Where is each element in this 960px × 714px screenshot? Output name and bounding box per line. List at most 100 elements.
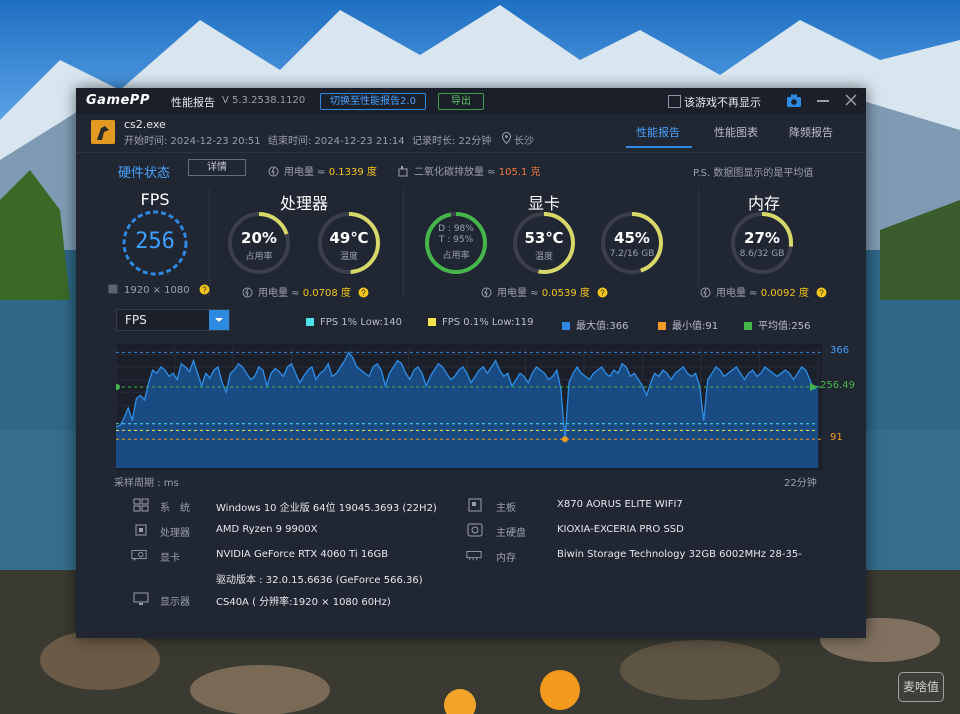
cpu-usage-label: 占用率 [245, 252, 273, 262]
dont-show-label: 该游戏不再显示 [684, 96, 761, 109]
tab-performance-report[interactable]: 性能报告 [636, 124, 680, 140]
total-power-label: 用电量 ≈ [284, 167, 326, 178]
motherboard-value: X870 AORUS ELITE WIFI7 [557, 499, 683, 510]
memory-usage-label: 8.6/32 GB [739, 249, 785, 259]
legend-label: FPS 0.1% Low:119 [442, 317, 534, 328]
disk-value: KIOXIA-EXCERIA PRO SSD [557, 524, 684, 535]
gpu-vram-value: 45% [614, 229, 650, 247]
gpu-vram-label: 7.2/16 GB [609, 249, 655, 259]
camera-icon[interactable] [787, 94, 801, 107]
active-tab-indicator [626, 146, 692, 148]
cpu-temp-label: 温度 [339, 252, 358, 262]
gpu-power-label: 用电量 ≈ [497, 288, 539, 299]
legend-max: 最大值:366 [562, 317, 628, 332]
cpu-value: AMD Ryzen 9 9900X [216, 524, 318, 535]
version-label: V 5.3.2538.1120 [222, 95, 306, 106]
location-label: 长沙 [514, 136, 534, 147]
total-power-value: 0.1339 度 [328, 167, 377, 178]
cs2-game-icon [91, 120, 115, 144]
memory-power-value: 0.0092 度 [760, 288, 809, 299]
gamepp-logo: GamePP [86, 93, 150, 108]
power-icon [700, 287, 711, 298]
legend-label: 最小值:91 [672, 321, 719, 332]
start-time: 开始时间: 2024-12-23 20:51 [124, 136, 261, 147]
motherboard-label: 主板 [496, 503, 516, 514]
fps-gauge: 256 [120, 208, 190, 278]
svg-text:?: ? [600, 289, 605, 298]
y-label-max: 366 [830, 345, 850, 357]
gpu-label: 显卡 [160, 553, 180, 564]
cpu-icon [135, 524, 147, 536]
co2-icon [398, 166, 408, 177]
cpu-temp-gauge: 49℃ 温度 [316, 210, 382, 276]
cpu-power-row: 用电量 ≈ 0.0708 度 ? [242, 284, 369, 299]
fps-line-chart[interactable] [116, 344, 822, 470]
gpu-power-value: 0.0539 度 [541, 288, 590, 299]
switch-report-button[interactable]: 切换至性能报告2.0 [320, 93, 426, 110]
panel-separator [698, 188, 699, 296]
help-icon[interactable]: ? [816, 287, 827, 298]
gpu-temp-gauge: 53℃ 温度 [511, 210, 577, 276]
gamepp-report-window: GamePP 性能报告 V 5.3.2538.1120 切换至性能报告2.0 导… [76, 88, 866, 638]
windows-icon [133, 498, 149, 512]
export-button[interactable]: 导出 [438, 93, 484, 110]
details-button[interactable]: 详情 [188, 159, 246, 176]
display-resolution-icon [108, 284, 118, 294]
gpu-power-row: 用电量 ≈ 0.0539 度 ? [481, 284, 608, 299]
close-icon[interactable] [844, 93, 858, 107]
monitor-value: CS40A ( 分辨率:1920 × 1080 60Hz) [216, 597, 391, 608]
hardware-status-title: 硬件状态 [118, 166, 171, 181]
tab-throttle-report[interactable]: 降频报告 [789, 124, 833, 140]
os-label: 系 统 [160, 503, 190, 514]
y-label-min: 91 [830, 432, 843, 444]
svg-text:?: ? [819, 289, 824, 298]
disk-label: 主硬盘 [496, 528, 526, 539]
help-icon[interactable]: ? [199, 284, 210, 295]
cpu-power-value: 0.0708 度 [302, 288, 351, 299]
memory-power-label: 用电量 ≈ [716, 288, 758, 299]
ram-label: 内存 [496, 553, 516, 564]
chart-average-note: P.S. 数据图显示的是平均值 [693, 168, 814, 179]
gpu-usage-label: 占用率 [442, 251, 470, 261]
location-pin-icon [502, 132, 511, 144]
legend-fps-01-low: FPS 0.1% Low:119 [428, 317, 534, 328]
legend-swatch [306, 318, 314, 326]
svg-text:?: ? [361, 289, 366, 298]
dropdown-arrow[interactable] [209, 310, 229, 330]
monitor-icon [133, 592, 149, 605]
legend-swatch [562, 322, 570, 330]
power-icon [481, 287, 492, 298]
tab-performance-chart[interactable]: 性能图表 [714, 124, 758, 140]
gpu-value: NVIDIA GeForce RTX 4060 Ti 16GB [216, 549, 389, 560]
dont-show-checkbox[interactable] [668, 95, 681, 108]
help-icon[interactable]: ? [358, 287, 369, 298]
total-power-row: 用电量 ≈ 0.1339 度 [268, 163, 377, 178]
end-time: 结束时间: 2024-12-23 21:14 [268, 136, 405, 147]
help-icon[interactable]: ? [597, 287, 608, 298]
legend-label: FPS 1% Low:140 [320, 317, 402, 328]
cpu-label: 处理器 [160, 528, 190, 539]
gpu-t-usage: T : 95% [438, 235, 474, 245]
ram-value: Biwin Storage Technology 32GB 6002MHz 28… [557, 549, 802, 560]
ram-icon [466, 551, 482, 561]
metric-select[interactable]: FPS [116, 309, 230, 331]
title-bar: GamePP 性能报告 V 5.3.2538.1120 切换至性能报告2.0 导… [76, 88, 866, 114]
power-icon [268, 166, 279, 177]
legend-min: 最小值:91 [658, 317, 718, 332]
cpu-usage-gauge: 20% 占用率 [226, 210, 292, 276]
power-icon [242, 287, 253, 298]
cpu-power-label: 用电量 ≈ [258, 288, 300, 299]
gpu-temp-value: 53℃ [524, 229, 564, 247]
os-value: Windows 10 企业版 64位 19045.3693 (22H2) [216, 503, 437, 514]
gpu-vram-gauge: 45% 7.2/16 GB [599, 210, 665, 276]
gpu-icon [131, 550, 147, 561]
legend-swatch [428, 318, 436, 326]
panel-separator [403, 188, 404, 296]
memory-usage-value: 27% [744, 229, 780, 247]
gpu-temp-label: 温度 [534, 252, 553, 262]
memory-usage-gauge: 27% 8.6/32 GB [729, 210, 795, 276]
watermark-logo: 麦啥值 [898, 672, 944, 702]
svg-text:?: ? [202, 286, 207, 295]
cpu-usage-value: 20% [241, 229, 277, 247]
minimize-icon[interactable] [817, 100, 829, 102]
